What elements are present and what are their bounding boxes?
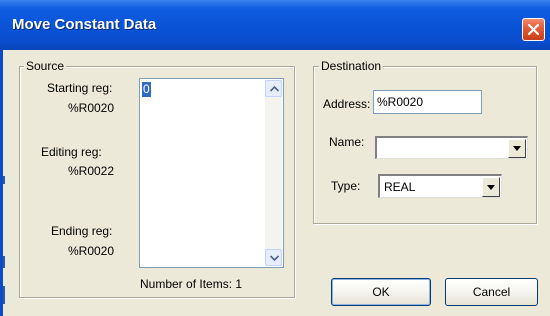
number-of-items-label: Number of Items: 1	[140, 277, 243, 291]
close-icon	[528, 24, 539, 35]
constant-values-list[interactable]: 0	[139, 78, 284, 268]
name-dropdown-button[interactable]	[508, 139, 526, 158]
scroll-down-arrow-icon	[270, 255, 279, 261]
chevron-down-icon	[513, 146, 521, 151]
ok-button[interactable]: OK	[331, 278, 431, 306]
editing-reg-value: %R0022	[68, 164, 115, 178]
scroll-up-arrow-icon	[270, 86, 279, 92]
name-combobox[interactable]	[375, 136, 528, 159]
address-label: Address:	[323, 97, 371, 111]
starting-reg-label: Starting reg:	[47, 81, 113, 95]
type-label: Type:	[331, 179, 361, 193]
type-combobox-value: REAL	[384, 180, 416, 194]
starting-reg-value: %R0020	[68, 101, 115, 115]
editing-reg-label: Editing reg:	[41, 145, 102, 159]
dialog-title: Move Constant Data	[12, 16, 157, 33]
title-bar[interactable]: Move Constant Data	[0, 0, 550, 50]
destination-group-label: Destination	[319, 59, 384, 73]
list-scrollbar[interactable]	[265, 80, 282, 266]
cancel-button[interactable]: Cancel	[445, 278, 538, 306]
type-combobox[interactable]: REAL	[378, 174, 502, 198]
type-dropdown-button[interactable]	[482, 177, 500, 197]
close-button[interactable]	[522, 18, 545, 41]
ending-reg-value: %R0020	[68, 244, 115, 258]
chevron-down-icon	[487, 185, 495, 190]
source-group-label: Source	[24, 59, 67, 73]
list-item[interactable]: 0	[142, 82, 151, 97]
edge-mark	[3, 176, 5, 184]
scroll-up-button[interactable]	[265, 80, 282, 97]
ending-reg-label: Ending reg:	[51, 224, 113, 238]
edge-mark	[3, 256, 5, 268]
address-input[interactable]: %R0020	[373, 90, 482, 114]
scroll-down-button[interactable]	[265, 249, 282, 266]
edge-mark	[3, 286, 5, 304]
move-constant-data-dialog: Move Constant Data Source Starting reg: …	[0, 0, 550, 316]
name-label: Name:	[329, 135, 365, 149]
